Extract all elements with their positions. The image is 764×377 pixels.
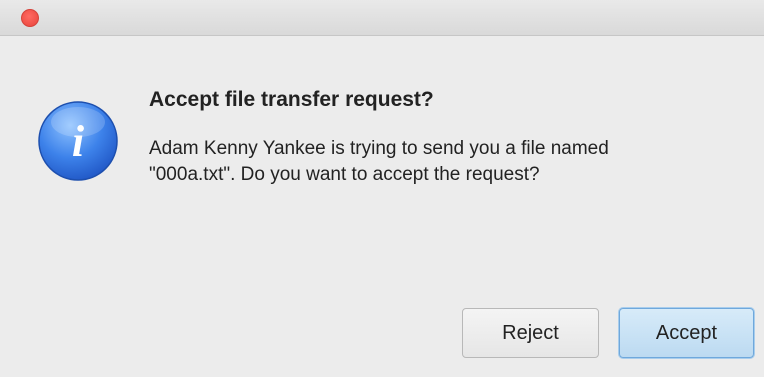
dialog-title: Accept file transfer request? [149,88,434,111]
info-icon: i [38,101,118,181]
dialog-message: Adam Kenny Yankee is trying to send you … [149,138,609,185]
reject-button[interactable]: Reject [462,308,599,358]
close-window-button[interactable] [21,9,39,27]
info-icon-glyph: i [72,117,85,166]
file-transfer-dialog: i Accept file transfer request? Adam Ken… [0,0,764,377]
title-bar [0,0,764,36]
dialog-body: i Accept file transfer request? Adam Ken… [0,36,764,377]
accept-button[interactable]: Accept [619,308,754,358]
